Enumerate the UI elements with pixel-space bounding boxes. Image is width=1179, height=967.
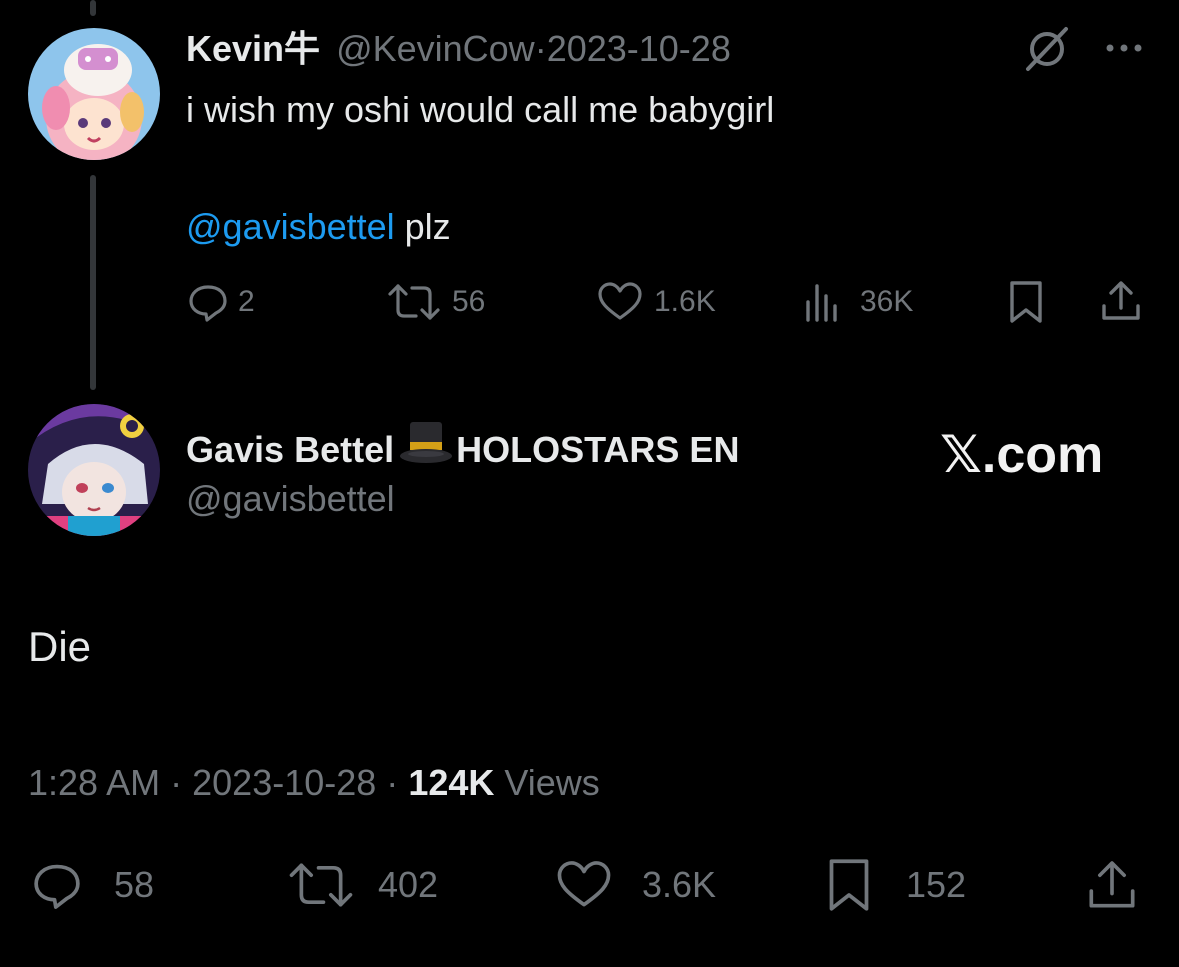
bookmark-count: 152: [906, 864, 967, 905]
repost-count: 402: [378, 864, 439, 905]
tweet-time[interactable]: 1:28 AM: [28, 762, 160, 803]
separator: ·: [386, 762, 399, 803]
bookmark-icon: [824, 856, 874, 914]
handle[interactable]: @gavisbettel: [186, 474, 395, 524]
like-button[interactable]: 3.6K: [554, 858, 716, 912]
reply-bubble-icon: [186, 280, 230, 324]
slashed-circle-icon[interactable]: [1022, 26, 1072, 72]
watermark: 𝕏.com: [940, 426, 1104, 484]
repost-icon: [286, 858, 356, 912]
reply-count: 2: [238, 285, 255, 318]
like-count: 3.6K: [642, 864, 717, 905]
top-hat-emoji: [398, 420, 454, 479]
tweet-header: Kevin牛 @KevinCow·2023-10-28: [186, 24, 731, 74]
display-name-suffix[interactable]: HOLOSTARS EN: [456, 425, 739, 475]
repost-button[interactable]: 56: [386, 280, 485, 324]
repost-icon: [386, 280, 442, 324]
share-icon: [1098, 278, 1144, 324]
heart-icon: [554, 858, 614, 912]
heart-icon: [596, 280, 644, 324]
reply-count: 58: [114, 864, 155, 905]
bookmark-button[interactable]: [1006, 280, 1046, 324]
tweet-date[interactable]: 2023-10-28: [192, 762, 376, 803]
tweet-date[interactable]: 2023-10-28: [547, 28, 731, 69]
handle[interactable]: @KevinCow: [336, 28, 535, 69]
reply-text: Die: [28, 623, 92, 670]
views-label: Views: [504, 762, 600, 803]
reply-bubble-icon: [28, 858, 86, 912]
views-count: 36K: [860, 285, 914, 318]
reply-button[interactable]: 58: [28, 858, 154, 912]
share-icon: [1084, 856, 1140, 914]
share-button[interactable]: [1084, 856, 1140, 914]
views-count: 124K: [408, 762, 495, 803]
tweet-meta: 1:28 AM · 2023-10-28 · 124K Views: [28, 758, 600, 808]
avatar[interactable]: [28, 28, 160, 160]
tweet-text-tail: plz: [394, 206, 451, 247]
bookmark-icon: [1006, 279, 1046, 325]
reply-header: Gavis Bettel HOLOSTARS EN: [186, 420, 739, 479]
repost-count: 56: [452, 285, 486, 318]
thread-line: [90, 175, 96, 390]
display-name[interactable]: Kevin牛: [186, 28, 320, 69]
more-dots-icon[interactable]: [1102, 38, 1146, 58]
thread-line-top: [90, 0, 96, 16]
repost-button[interactable]: 402: [286, 858, 438, 912]
views-bars-icon: [802, 280, 846, 324]
like-count: 1.6K: [654, 285, 716, 318]
like-button[interactable]: 1.6K: [596, 280, 716, 324]
share-button[interactable]: [1098, 278, 1144, 324]
views-button[interactable]: 36K: [802, 280, 913, 324]
mention-link[interactable]: @gavisbettel: [186, 206, 395, 247]
display-name[interactable]: Gavis Bettel: [186, 425, 394, 475]
tweet-text-mention-line: @gavisbettel plz: [186, 203, 451, 251]
separator: ·: [170, 762, 183, 803]
avatar[interactable]: [28, 404, 160, 536]
tweet-text: i wish my oshi would call me babygirl: [186, 86, 774, 134]
bookmark-button[interactable]: 152: [824, 856, 966, 914]
tweet-text-line: i wish my oshi would call me babygirl: [186, 89, 775, 130]
reply-button[interactable]: 2: [186, 280, 255, 324]
separator: ·: [534, 28, 547, 69]
